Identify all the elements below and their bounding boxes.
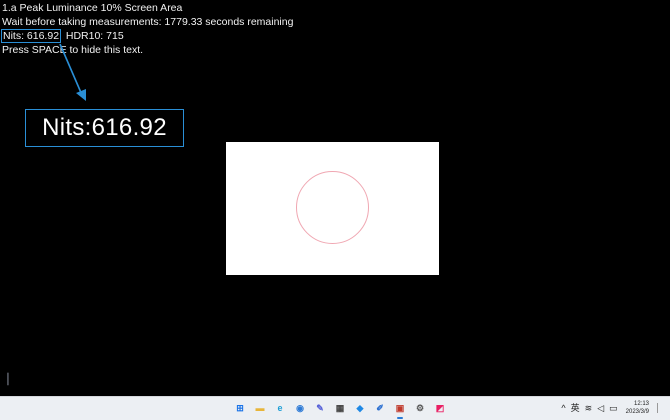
readings-line: Nits: 616.92 HDR10: 715 [0, 29, 124, 43]
nits-reading: Nits: 616.92 [0, 29, 62, 43]
volume-icon[interactable]: ◁ [597, 399, 604, 417]
clock-time: 12:13 [633, 401, 649, 407]
battery-icon[interactable]: ▭ [609, 399, 618, 417]
taskbar-icons: ⊞ ▬ e ◉ ✎ ▦ ◆ ✐ ▣ ⚙ ◩ [233, 401, 447, 419]
photos-app-icon[interactable]: ◉ [293, 401, 307, 415]
settings-gear-icon[interactable]: ⚙ [413, 401, 427, 415]
system-tray: ^ 英 ≋ ◁ ▭ 12:13 2023/3/9 [561, 399, 664, 417]
hdr10-reading: HDR10: 715 [60, 30, 124, 42]
white-test-patch [226, 142, 439, 275]
test-title: 1.a Peak Luminance 10% Screen Area [2, 2, 183, 14]
tray-overflow-chevron-icon[interactable]: ^ [561, 399, 565, 417]
pen-app-icon[interactable]: ✎ [313, 401, 327, 415]
wifi-icon[interactable]: ≋ [585, 399, 593, 417]
start-windows-icon[interactable]: ⊞ [233, 401, 247, 415]
wait-countdown: Wait before taking measurements: 1779.33… [2, 16, 294, 28]
file-explorer-icon[interactable]: ▬ [253, 401, 267, 415]
patch-circle-marker [296, 171, 369, 244]
app-corner-logo-icon: ꟾ [6, 373, 10, 388]
taskbar-clock[interactable]: 12:13 2023/3/9 [626, 400, 649, 416]
store-app-icon[interactable]: ▦ [333, 401, 347, 415]
taskbar: ⊞ ▬ e ◉ ✎ ▦ ◆ ✐ ▣ ⚙ ◩ ^ 英 ≋ ◁ ▭ 12:13 2023/3/9 [0, 396, 670, 420]
show-desktop-button[interactable] [657, 403, 664, 413]
edge-browser-icon[interactable]: e [273, 401, 287, 415]
nits-zoom-callout: Nits:616.92 [25, 109, 184, 147]
color-app-icon[interactable]: ◩ [433, 401, 447, 415]
blue-app-icon[interactable]: ◆ [353, 401, 367, 415]
input-language-indicator[interactable]: 英 [571, 399, 580, 417]
hide-hint: Press SPACE to hide this text. [2, 44, 144, 56]
hdr-test-app-icon[interactable]: ▣ [393, 401, 407, 419]
tool-app-icon[interactable]: ✐ [373, 401, 387, 415]
clock-date: 2023/3/9 [625, 409, 649, 415]
